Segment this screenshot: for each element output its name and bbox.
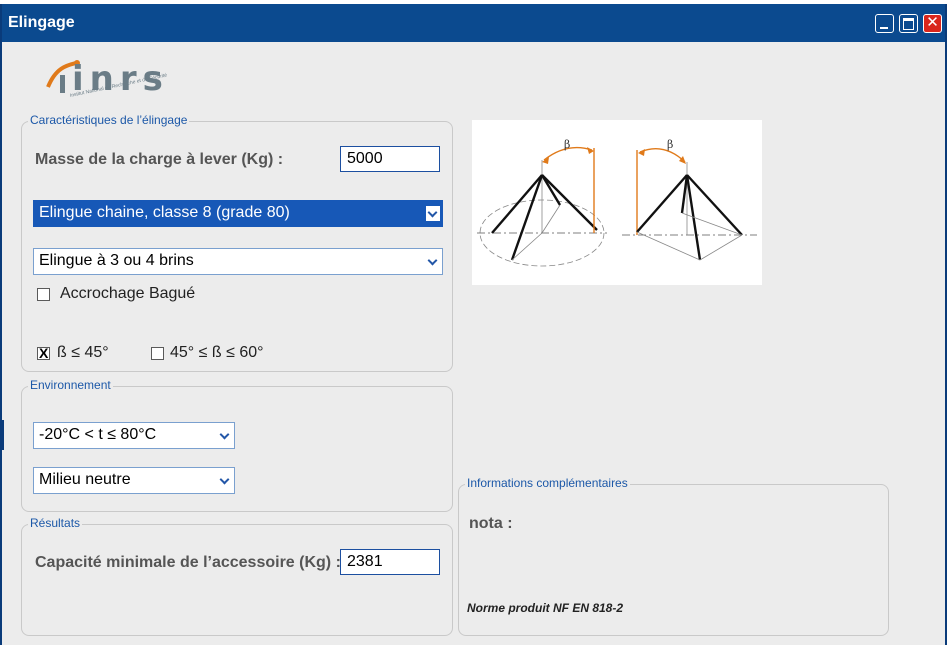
sling-diagram-svg: β β (477, 138, 757, 267)
resultats-legend: Résultats (28, 516, 83, 530)
temperature-select[interactable]: -20°C < t ≤ 80°C (33, 422, 235, 449)
type-elingue-value: Elingue chaine, classe 8 (grade 80) (39, 204, 290, 221)
angle-45-checkbox[interactable] (37, 345, 50, 361)
milieu-select[interactable]: Milieu neutre (33, 467, 235, 494)
chevron-down-icon[interactable] (218, 428, 232, 443)
informations-legend: Informations complémentaires (465, 476, 630, 490)
accrochage-label: Accrochage Bagué (60, 285, 196, 302)
maximize-icon[interactable] (899, 14, 918, 33)
nb-brins-value: Elingue à 3 ou 4 brins (39, 252, 194, 269)
angle-45-60-label: 45° ≤ ß ≤ 60° (170, 344, 264, 361)
norme-text: Norme produit NF EN 818-2 (467, 601, 624, 615)
minimize-icon[interactable] (875, 14, 894, 33)
angle-45-label: ß ≤ 45° (57, 344, 109, 361)
capacite-label: Capacité minimale de l’accessoire (Kg) : (35, 554, 341, 571)
accrochage-checkbox[interactable] (37, 288, 50, 301)
chevron-down-icon[interactable] (426, 206, 440, 221)
milieu-value: Milieu neutre (39, 471, 131, 488)
title-bar[interactable]: Elingage ✕ (2, 4, 945, 42)
window-title: Elingage (8, 14, 75, 31)
angle-45-60-checkbox[interactable] (151, 347, 164, 360)
elingage-angle-diagram: β β (472, 120, 762, 285)
inrs-logo: inrs Institut National de Recherche et d… (46, 55, 206, 105)
masse-input[interactable]: 5000 (340, 146, 440, 172)
environnement-legend: Environnement (28, 378, 113, 392)
nb-brins-select[interactable]: Elingue à 3 ou 4 brins (33, 248, 443, 275)
beta-label-right: β (667, 138, 673, 151)
nota-label: nota : (469, 515, 513, 532)
caracteristiques-legend: Caractéristiques de l’élingage (28, 113, 190, 127)
resultats-group: Résultats (21, 516, 453, 636)
type-elingue-select[interactable]: Elingue chaine, classe 8 (grade 80) (33, 200, 443, 227)
window-edge (2, 420, 4, 450)
chevron-down-icon[interactable] (218, 473, 232, 488)
chevron-down-icon[interactable] (426, 254, 440, 269)
temperature-value: -20°C < t ≤ 80°C (39, 426, 157, 443)
masse-label: Masse de la charge à lever (Kg) : (35, 151, 284, 168)
beta-label-left: β (564, 138, 570, 151)
close-icon[interactable]: ✕ (923, 14, 942, 33)
capacite-output[interactable]: 2381 (340, 549, 440, 575)
